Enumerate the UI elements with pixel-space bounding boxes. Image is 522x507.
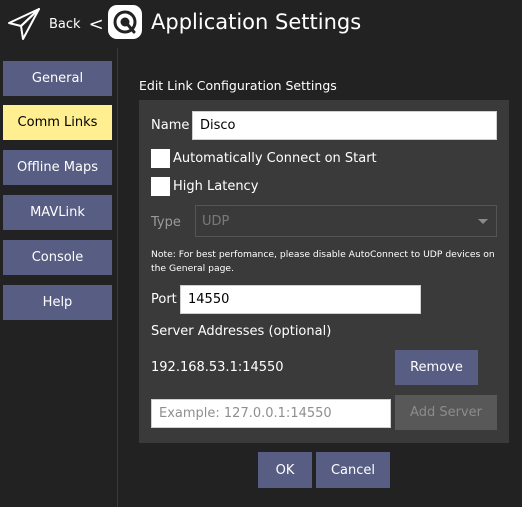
port-input[interactable]: 14550 xyxy=(180,285,421,314)
chevron-down-icon xyxy=(478,219,488,224)
back-chevron-icon: < xyxy=(88,13,104,35)
page-title: Application Settings xyxy=(151,10,362,34)
server-address-item: 192.168.53.1:14550 xyxy=(151,360,284,375)
paper-plane-icon xyxy=(8,8,40,40)
sidebar-item-help[interactable]: Help xyxy=(3,285,112,320)
qgc-logo-icon xyxy=(108,5,142,39)
high-latency-label: High Latency xyxy=(173,179,259,194)
remove-button[interactable]: Remove xyxy=(395,350,478,385)
sidebar-item-console[interactable]: Console xyxy=(3,240,112,275)
type-select[interactable]: UDP xyxy=(195,205,497,237)
back-label: Back xyxy=(49,16,81,32)
type-label: Type xyxy=(151,215,181,230)
server-address-input[interactable]: Example: 127.0.0.1:14550 xyxy=(151,399,391,428)
add-server-button[interactable]: Add Server xyxy=(395,395,497,430)
ok-button[interactable]: OK xyxy=(258,452,312,488)
port-label: Port xyxy=(151,292,177,307)
section-title: Edit Link Configuration Settings xyxy=(139,78,337,93)
header: Back < Application Settings xyxy=(0,0,522,48)
high-latency-checkbox[interactable] xyxy=(151,177,170,196)
note-text: Note: For best perfomance, please disabl… xyxy=(151,249,495,274)
auto-connect-label: Automatically Connect on Start xyxy=(173,151,377,166)
sidebar-item-comm-links[interactable]: Comm Links xyxy=(3,105,112,140)
name-input[interactable]: Disco xyxy=(192,111,497,140)
back-button[interactable]: Back < xyxy=(6,4,104,44)
cancel-button[interactable]: Cancel xyxy=(316,452,390,488)
type-select-value: UDP xyxy=(202,213,230,229)
name-label: Name xyxy=(151,118,190,133)
sidebar-item-offline-maps[interactable]: Offline Maps xyxy=(3,150,112,185)
server-addresses-label: Server Addresses (optional) xyxy=(151,324,332,339)
auto-connect-checkbox[interactable] xyxy=(151,149,170,168)
sidebar-item-mavlink[interactable]: MAVLink xyxy=(3,195,112,230)
sidebar-item-general[interactable]: General xyxy=(3,61,112,96)
sidebar: General Comm Links Offline Maps MAVLink … xyxy=(0,48,118,507)
